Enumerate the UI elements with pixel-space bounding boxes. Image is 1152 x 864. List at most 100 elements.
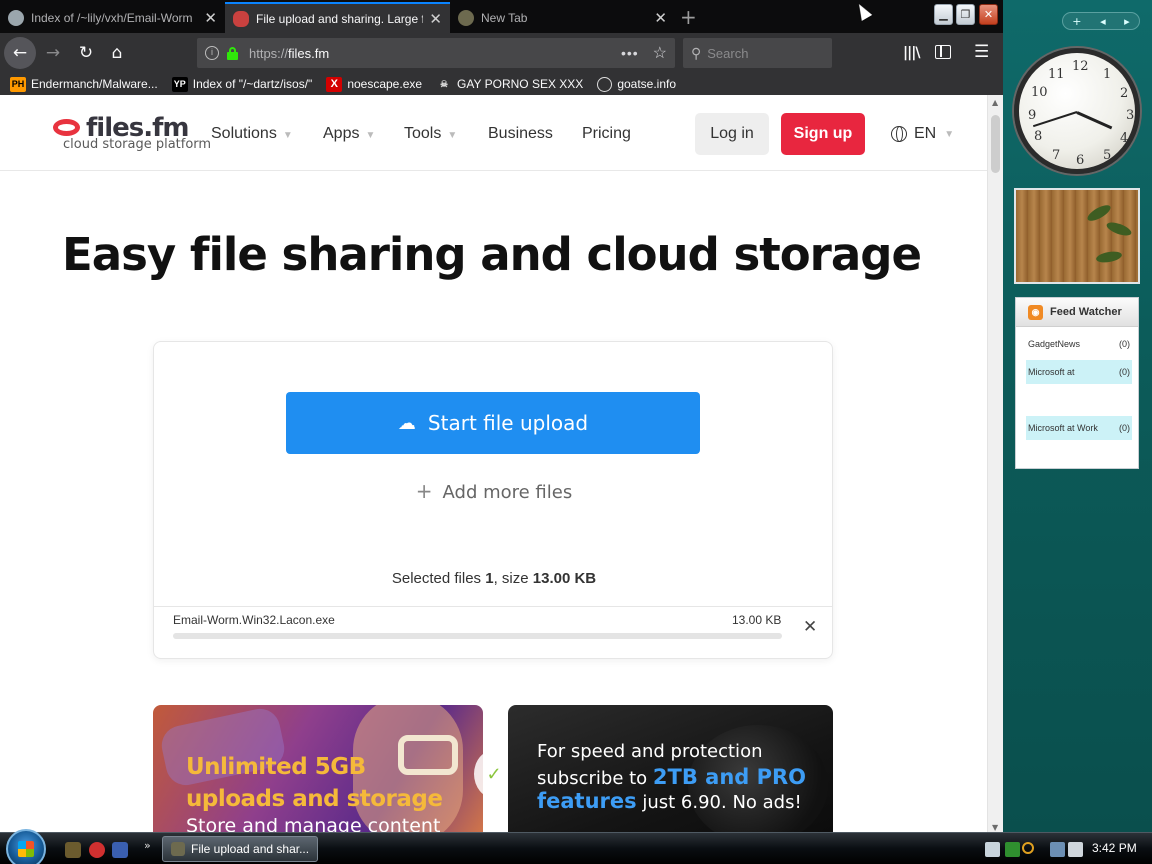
slideshow-gadget[interactable] [1014, 188, 1140, 284]
home-icon: ⌂ [111, 43, 123, 63]
show-desktop-icon[interactable] [112, 842, 128, 858]
taskbar-app-icon [171, 842, 185, 856]
maximize-button[interactable]: ❐ [956, 4, 975, 25]
tray-icon[interactable] [985, 842, 1000, 857]
chevron-down-icon: ▼ [944, 128, 955, 140]
close-tab-icon[interactable]: ✕ [654, 9, 667, 27]
minimize-button[interactable]: ▁ [934, 4, 953, 25]
bookmark-item[interactable]: goatse.info [597, 76, 676, 92]
quicklaunch-app-icon[interactable] [65, 842, 81, 858]
url-text[interactable]: https://files.fm [249, 46, 329, 61]
taskbar-button-browser[interactable]: File upload and shar... [162, 836, 318, 862]
info-icon[interactable]: i [205, 46, 219, 60]
prev-arrow-icon[interactable]: ◂ [1100, 15, 1106, 28]
start-upload-button[interactable]: ☁ Start file upload [286, 392, 700, 454]
site-header: files.fm cloud storage platform Solution… [0, 95, 987, 171]
next-arrow-icon[interactable]: ▸ [1124, 15, 1130, 28]
page-scrollbar[interactable]: ▲ ▼ [987, 95, 1003, 834]
promo-card-pro[interactable]: For speed and protection subscribe to 2T… [508, 705, 833, 834]
tab-title: Index of /~lily/vxh/Email-Worm [31, 10, 193, 25]
feed-item-count: (0) [1119, 423, 1130, 433]
bookmark-item[interactable]: PH Endermanch/Malware... [10, 76, 158, 92]
bookmark-item[interactable]: YP Index of "/~dartz/isos/" [171, 76, 313, 92]
tab-title: File upload and sharing. Large f [256, 11, 424, 26]
close-window-button[interactable]: ✕ [979, 4, 998, 25]
clock-number: 8 [1034, 129, 1043, 144]
feed-item[interactable]: Microsoft at Work (0) [1026, 416, 1132, 440]
add-more-files-button[interactable]: + Add more files [154, 479, 834, 503]
scroll-thumb[interactable] [991, 115, 1000, 173]
feed-item[interactable]: GadgetNews (0) [1026, 332, 1132, 356]
nav-apps[interactable]: Apps ▼ [323, 125, 375, 143]
tab-title: New Tab [481, 10, 528, 25]
search-input[interactable]: ⚲ Search [683, 38, 832, 68]
new-tab-button[interactable]: + [680, 5, 697, 29]
bookmark-item[interactable]: ☠ GAY PORNO SEX XXX [436, 77, 583, 92]
browser-tab[interactable]: New Tab ✕ [450, 2, 675, 33]
nav-solutions[interactable]: Solutions ▼ [211, 125, 293, 143]
clock-number: 6 [1076, 153, 1085, 168]
nav-business[interactable]: Business [488, 125, 553, 143]
feed-item[interactable]: Microsoft at (0) [1026, 360, 1132, 384]
promo-card-free[interactable]: Unlimited 5GB uploads and storage Store … [153, 705, 483, 834]
file-name: Email-Worm.Win32.Lacon.exe [173, 613, 335, 627]
reload-button[interactable]: ↻ [70, 37, 102, 69]
network-icon[interactable] [1050, 842, 1065, 857]
nav-pricing[interactable]: Pricing [582, 125, 631, 143]
clock-number: 12 [1072, 59, 1089, 74]
library-icon[interactable]: |||\ [903, 45, 920, 61]
tray-icon[interactable] [1005, 842, 1020, 857]
promo-line: For speed and protection [537, 741, 763, 762]
bookmark-star-icon[interactable]: ☆ [653, 43, 667, 63]
bookmark-favicon-icon: X [326, 76, 343, 92]
clock-number: 10 [1031, 85, 1048, 100]
home-button[interactable]: ⌂ [101, 37, 133, 69]
signup-button[interactable]: Sign up [781, 113, 865, 155]
quicklaunch-more-icon[interactable]: » [144, 839, 151, 852]
nav-tools[interactable]: Tools ▼ [404, 125, 457, 143]
nav-label: Solutions [211, 125, 277, 142]
remove-file-icon[interactable]: ✕ [803, 617, 817, 637]
chevron-down-icon: ▼ [365, 130, 376, 141]
promo-line: subscribe to 2TB and PRO [537, 765, 806, 789]
promo-highlight: 2TB and PRO [652, 765, 807, 789]
forward-button[interactable]: → [37, 37, 69, 69]
lock-icon [227, 46, 238, 60]
cloud-upload-icon: ☁ [397, 412, 416, 434]
back-button[interactable]: ← [4, 37, 36, 69]
quicklaunch-app-icon[interactable] [89, 842, 105, 858]
scroll-up-icon[interactable]: ▲ [992, 98, 998, 107]
tray-search-icon[interactable] [1022, 842, 1034, 854]
selected-files-summary: Selected files 1, size 13.00 KB [154, 570, 834, 587]
close-tab-icon[interactable]: ✕ [429, 10, 442, 28]
browser-tab-active[interactable]: File upload and sharing. Large f ✕ [225, 2, 450, 33]
start-button[interactable] [6, 829, 46, 864]
bookmark-label: GAY PORNO SEX XXX [457, 77, 584, 91]
scroll-down-icon[interactable]: ▼ [992, 823, 998, 832]
bookmark-label: Index of "/~dartz/isos/" [192, 77, 313, 91]
page-actions-icon[interactable]: ••• [621, 45, 639, 61]
add-gadget-icon[interactable]: + [1072, 15, 1081, 28]
language-selector[interactable]: EN ▼ [891, 125, 954, 143]
url-scheme: https:// [249, 45, 289, 61]
taskbar-clock[interactable]: 3:42 PM [1092, 841, 1137, 855]
bookmark-favicon-icon: PH [10, 76, 26, 92]
browser-window: Index of /~lily/vxh/Email-Worm ✕ File up… [0, 0, 1003, 834]
logo-mark-icon [53, 119, 80, 136]
volume-muted-icon[interactable] [1068, 842, 1083, 857]
hamburger-menu-icon[interactable]: ☰ [974, 42, 989, 62]
url-bar[interactable]: i https://files.fm ••• ☆ [197, 38, 675, 68]
browser-tab[interactable]: Index of /~lily/vxh/Email-Worm ✕ [0, 2, 225, 33]
selected-count: 1 [485, 570, 494, 587]
sidebar-controls[interactable]: + ◂ ▸ [1062, 12, 1140, 30]
clock-gadget[interactable]: 12 1 2 3 4 5 6 7 8 9 10 11 [1014, 48, 1140, 174]
reload-icon: ↻ [78, 43, 94, 63]
sidebar-toggle-icon[interactable] [935, 45, 951, 59]
feed-watcher-gadget[interactable]: ◉ Feed Watcher GadgetNews (0) Microsoft … [1015, 297, 1139, 469]
clock-number: 3 [1126, 108, 1135, 123]
login-button[interactable]: Log in [695, 113, 769, 155]
close-tab-icon[interactable]: ✕ [204, 9, 217, 27]
bookmark-item[interactable]: X noescape.exe [326, 76, 422, 92]
bookmarks-toolbar: PH Endermanch/Malware... YP Index of "/~… [0, 73, 1003, 95]
globe-icon [891, 126, 907, 142]
